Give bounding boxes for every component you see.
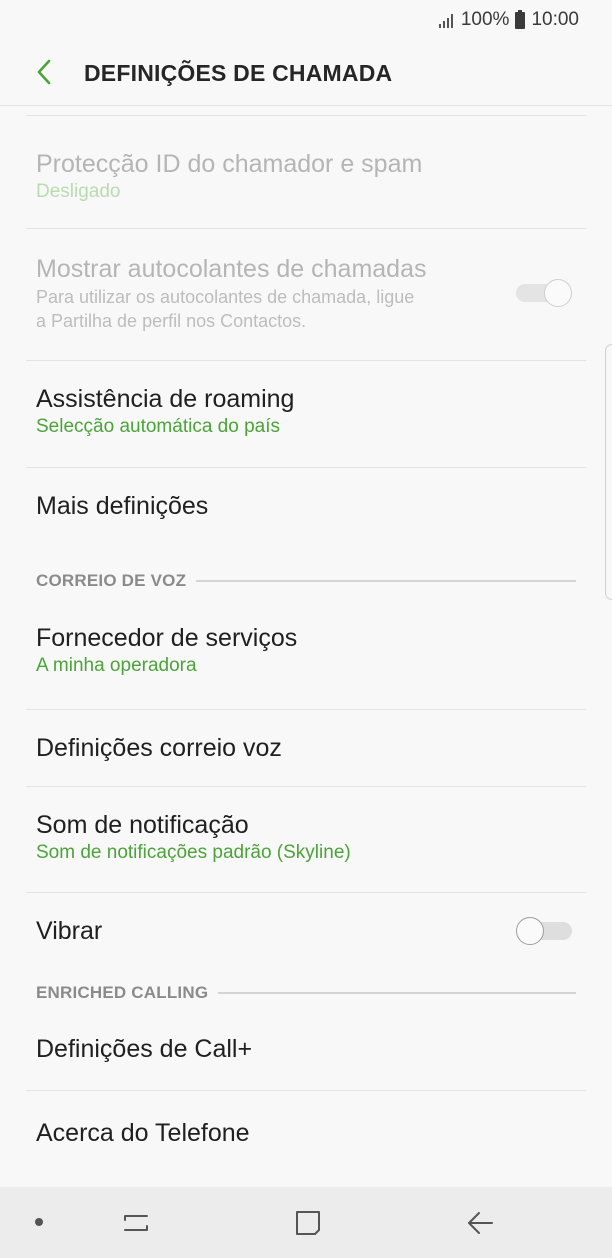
more-settings-item[interactable]: Mais definições [26, 468, 586, 556]
service-provider-item[interactable]: Fornecedor de serviços A minha operadora [26, 606, 586, 710]
battery-percent: 100% [460, 9, 510, 30]
roaming-assistance-item[interactable]: Assistência de roaming Selecção automáti… [26, 361, 586, 468]
status-bar: 100% 10:00 [0, 0, 612, 38]
settings-list: Protecção ID do chamador e spam Desligad… [0, 106, 612, 1171]
item-title: Fornecedor de serviços [36, 624, 298, 652]
item-subtitle: Som de notificações padrão (Skyline) [36, 842, 351, 863]
item-title: Definições correio voz [36, 734, 282, 762]
back-nav-button[interactable] [460, 1205, 500, 1241]
item-description-line2: a Partilha de perfil nos Contactos. [36, 311, 307, 331]
call-stickers-item[interactable]: Mostrar autocolantes de chamadas Para ut… [26, 229, 586, 361]
item-title: Acerca do Telefone [36, 1119, 250, 1147]
battery-icon [515, 9, 526, 29]
voicemail-settings-item[interactable]: Definições correio voz [26, 710, 586, 787]
back-arrow-icon [468, 1212, 493, 1234]
caller-id-spam-item[interactable]: Protecção ID do chamador e spam Desligad… [26, 115, 586, 229]
item-subtitle: A minha operadora [36, 655, 197, 676]
vibrate-item[interactable]: Vibrar [26, 893, 586, 975]
item-subtitle: Desligado [36, 181, 121, 202]
nav-dot-icon[interactable] [35, 1218, 43, 1226]
call-plus-settings-item[interactable]: Definições de Call+ [26, 1011, 586, 1091]
item-title: Assistência de roaming [36, 385, 295, 413]
voicemail-section-header: CORREIO DE VOZ [26, 556, 586, 606]
app-bar: DEFINIÇÕES DE CHAMADA [0, 38, 612, 106]
page-title: DEFINIÇÕES DE CHAMADA [84, 60, 393, 86]
back-button[interactable] [26, 52, 62, 92]
home-button[interactable] [288, 1205, 328, 1241]
item-subtitle: Selecção automática do país [36, 416, 280, 437]
navigation-bar [0, 1187, 612, 1258]
item-title: Mostrar autocolantes de chamadas [36, 255, 427, 283]
call-stickers-toggle[interactable] [516, 279, 572, 307]
section-divider [218, 992, 576, 994]
signal-icon [438, 12, 453, 28]
status-right: 100% 10:00 [438, 9, 579, 31]
item-title: Som de notificação [36, 811, 249, 839]
enriched-calling-section-header: ENRICHED CALLING [26, 975, 586, 1011]
recent-apps-button[interactable] [116, 1205, 156, 1241]
item-title: Definições de Call+ [36, 1035, 253, 1063]
about-phone-item[interactable]: Acerca do Telefone [26, 1091, 586, 1171]
clock: 10:00 [531, 9, 579, 30]
item-title: Mais definições [36, 492, 209, 520]
section-label: ENRICHED CALLING [36, 983, 209, 1002]
item-description-line1: Para utilizar os autocolantes de chamada… [36, 287, 415, 307]
home-icon [296, 1211, 320, 1235]
recent-apps-icon [124, 1215, 148, 1231]
chevron-left-icon [37, 59, 51, 85]
section-label: CORREIO DE VOZ [36, 571, 187, 590]
item-title: Protecção ID do chamador e spam [36, 150, 423, 178]
notification-sound-item[interactable]: Som de notificação Som de notificações p… [26, 787, 586, 893]
section-divider [196, 580, 576, 582]
item-title: Vibrar [36, 917, 103, 945]
vibrate-toggle[interactable] [516, 917, 572, 945]
